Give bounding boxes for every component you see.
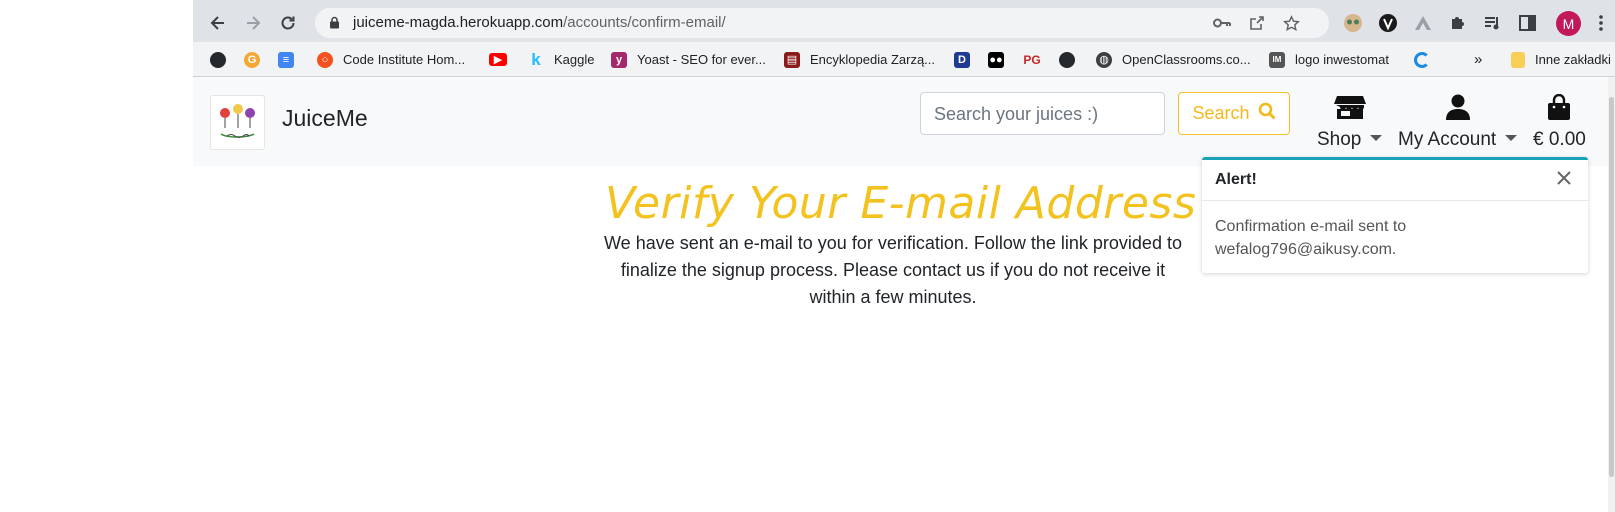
- bookmark-github[interactable]: [210, 42, 236, 77]
- bookmark-github-2[interactable]: [1059, 42, 1085, 77]
- code-institute-icon: ○: [317, 51, 333, 68]
- youtube-icon: ▶: [489, 53, 507, 66]
- d-icon: D: [954, 51, 970, 68]
- bookmark-pg[interactable]: PG: [1023, 42, 1050, 77]
- chevron-down-icon: [1370, 134, 1383, 141]
- key-icon[interactable]: [1212, 13, 1232, 33]
- globe-icon: ◍: [1096, 51, 1112, 68]
- screen: juiceme-magda.herokuapp.com/accounts/con…: [0, 0, 1615, 512]
- browser-toolbar: juiceme-magda.herokuapp.com/accounts/con…: [193, 0, 1615, 42]
- inwestomat-icon: IM: [1269, 51, 1285, 68]
- bookmark-encyclopedia[interactable]: ▤ Encyklopedia Zarzą...: [784, 42, 935, 77]
- github-icon: [1059, 51, 1075, 68]
- shopping-bag-link[interactable]: € 0.00: [1533, 93, 1586, 151]
- url-text: juiceme-magda.herokuapp.com/accounts/con…: [353, 14, 726, 31]
- web-page: JuiceMe Search your juices :) Search Sho…: [193, 77, 1615, 512]
- back-icon[interactable]: [205, 10, 231, 36]
- search-input[interactable]: Search your juices :): [920, 92, 1165, 135]
- site-logo[interactable]: [210, 95, 265, 150]
- shop-menu[interactable]: Shop: [1317, 94, 1383, 151]
- account-menu[interactable]: My Account: [1398, 94, 1518, 151]
- reload-icon[interactable]: [275, 10, 301, 36]
- github-icon: [210, 51, 226, 68]
- bookmark-docs[interactable]: ≡: [278, 42, 304, 77]
- pg-icon: PG: [1023, 52, 1041, 67]
- toast-header: Alert!: [1202, 160, 1588, 201]
- media-queue-icon[interactable]: [1482, 12, 1504, 34]
- site-brand[interactable]: JuiceMe: [282, 105, 368, 132]
- chevron-down-icon: [1505, 134, 1518, 141]
- search-button[interactable]: Search: [1178, 92, 1290, 135]
- extension-face-icon[interactable]: [1342, 12, 1364, 34]
- bookmark-openclassrooms[interactable]: ◍ OpenClassrooms.co...: [1096, 42, 1251, 77]
- bookmark-inwestomat[interactable]: IM logo inwestomat: [1269, 42, 1389, 77]
- user-icon: [1445, 94, 1470, 125]
- page-title: Verify Your E-mail Address: [605, 178, 1197, 229]
- alert-toast: Alert! Confirmation e-mail sent to wefal…: [1202, 157, 1588, 273]
- bookmark-medium[interactable]: ●●: [988, 42, 1014, 77]
- page-scrollbar[interactable]: [1608, 77, 1615, 512]
- puzzle-icon[interactable]: [1447, 12, 1469, 34]
- verification-message: We have sent an e-mail to you for verifi…: [604, 233, 1182, 307]
- kaggle-icon: k: [531, 49, 541, 69]
- encyclopedia-icon: ▤: [784, 51, 800, 68]
- bag-total: € 0.00: [1533, 129, 1586, 150]
- grammarly-icon: G: [244, 51, 260, 68]
- store-icon: [1333, 94, 1366, 125]
- bookmark-kaggle[interactable]: k Kaggle: [528, 42, 594, 77]
- close-icon[interactable]: [1557, 168, 1571, 191]
- browser-window: juiceme-magda.herokuapp.com/accounts/con…: [193, 0, 1615, 512]
- medium-icon: ●●: [988, 51, 1004, 68]
- address-bar[interactable]: juiceme-magda.herokuapp.com/accounts/con…: [315, 8, 1329, 38]
- loader-icon: [1414, 51, 1430, 68]
- bookmark-other-folder[interactable]: Inne zakładki: [1511, 42, 1611, 77]
- scrollbar-thumb[interactable]: [1609, 97, 1614, 477]
- bookmarks-overflow-button[interactable]: »: [1474, 42, 1482, 77]
- side-panel-icon[interactable]: [1516, 12, 1538, 34]
- blank-area: [0, 0, 193, 512]
- extension-shield-icon[interactable]: [1377, 12, 1399, 34]
- bookmark-yoast[interactable]: y Yoast - SEO for ever...: [611, 42, 766, 77]
- shopping-bag-icon: [1547, 93, 1571, 125]
- lock-icon[interactable]: [329, 16, 340, 34]
- docs-icon: ≡: [278, 51, 294, 68]
- yoast-icon: y: [611, 51, 627, 68]
- bookmark-youtube[interactable]: ▶: [489, 42, 517, 77]
- search-icon: [1258, 102, 1276, 125]
- site-navbar: JuiceMe Search your juices :) Search Sho…: [193, 77, 1615, 166]
- bookmark-grammarly[interactable]: G: [244, 42, 270, 77]
- bookmark-d[interactable]: D: [954, 42, 980, 77]
- folder-icon: [1511, 51, 1525, 68]
- forward-icon[interactable]: [240, 10, 266, 36]
- bookmarks-bar: G ≡ ○ Code Institute Hom... ▶ k Kaggle y…: [193, 42, 1615, 77]
- toast-title: Alert!: [1215, 171, 1257, 188]
- extension-arrow-icon[interactable]: [1412, 12, 1434, 34]
- star-icon[interactable]: [1281, 13, 1301, 33]
- kebab-menu-icon[interactable]: [1590, 12, 1612, 34]
- toast-message: Confirmation e-mail sent to wefalog796@a…: [1215, 218, 1407, 258]
- bookmark-code-institute[interactable]: ○ Code Institute Hom...: [317, 42, 465, 77]
- share-icon[interactable]: [1247, 13, 1267, 33]
- profile-avatar[interactable]: M: [1556, 11, 1581, 36]
- bookmark-loader[interactable]: [1414, 42, 1440, 77]
